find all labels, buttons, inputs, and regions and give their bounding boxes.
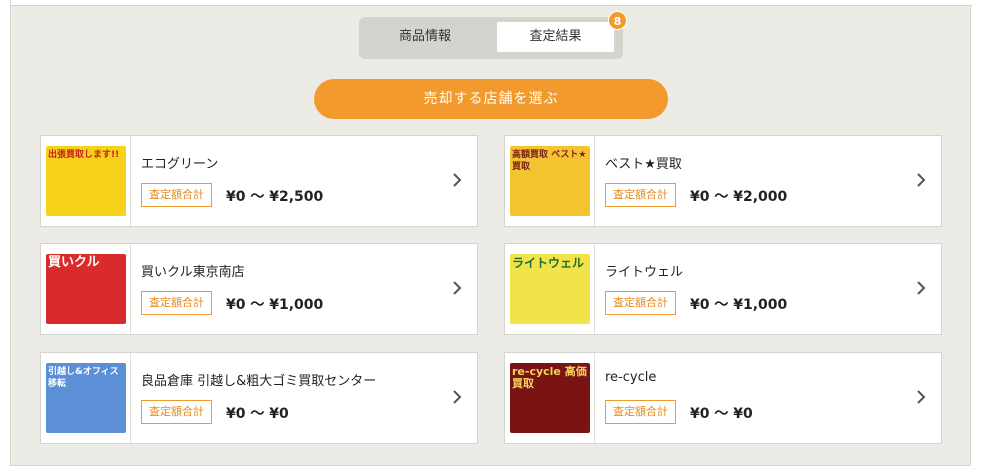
chevron-right-icon xyxy=(453,390,462,404)
assessment-total-label: 査定額合計 xyxy=(141,291,212,315)
store-card[interactable]: 買いクル 買いクル東京南店 査定額合計 ¥0 〜 ¥1,000 xyxy=(40,243,478,335)
tab-product-info[interactable]: 商品情報 xyxy=(365,22,485,52)
thumbnail-caption: re-cycle 高価買取 xyxy=(512,365,587,390)
assessment-total-label: 査定額合計 xyxy=(605,291,676,315)
assessment-total-label: 査定額合計 xyxy=(141,400,212,424)
price-range: ¥0 〜 ¥2,000 xyxy=(690,189,788,205)
store-card[interactable]: 高額買取 ベスト★買取 ベスト★買取 査定額合計 ¥0 〜 ¥2,000 xyxy=(504,135,942,227)
tab-assessment-result[interactable]: 査定結果 xyxy=(497,22,614,52)
thumbnail-image: ライトウェル xyxy=(510,254,590,324)
thumbnail-image: 高額買取 ベスト★買取 xyxy=(510,146,590,216)
chevron-right-icon xyxy=(917,173,926,187)
price-range: ¥0 〜 ¥0 xyxy=(690,406,753,422)
thumbnail-caption: 高額買取 ベスト★買取 xyxy=(512,150,587,172)
thumbnail-image: 買いクル xyxy=(46,254,126,324)
price-range: ¥0 〜 ¥2,500 xyxy=(226,189,324,205)
tab-group: 商品情報 査定結果 8 xyxy=(359,11,627,59)
store-thumbnail: ライトウェル xyxy=(505,244,595,334)
store-card[interactable]: 引越し&オフィス移転 良品倉庫 引越し&粗大ゴミ買取センター 査定額合計 ¥0 … xyxy=(40,352,478,444)
store-name: re-cycle xyxy=(605,370,657,385)
store-card[interactable]: re-cycle 高価買取 re-cycle 査定額合計 ¥0 〜 ¥0 xyxy=(504,352,942,444)
store-name: ライトウェル xyxy=(605,265,684,280)
store-name: エコグリーン xyxy=(141,157,219,172)
chevron-right-icon xyxy=(917,281,926,295)
thumbnail-caption: ライトウェル xyxy=(512,256,585,270)
assessment-total-label: 査定額合計 xyxy=(605,183,676,207)
result-panel: 商品情報 査定結果 8 売却する店舗を選ぶ 出張買取します!! エコグリーン 査… xyxy=(10,0,972,466)
store-card[interactable]: 出張買取します!! エコグリーン 査定額合計 ¥0 〜 ¥2,500 xyxy=(40,135,478,227)
thumbnail-caption: 買いクル xyxy=(48,255,100,270)
store-thumbnail: 引越し&オフィス移転 xyxy=(41,353,131,443)
thumbnail-caption: 出張買取します!! xyxy=(48,150,120,160)
store-thumbnail: 高額買取 ベスト★買取 xyxy=(505,136,595,226)
price-range: ¥0 〜 ¥1,000 xyxy=(226,297,324,313)
thumbnail-image: 出張買取します!! xyxy=(46,146,126,216)
price-range: ¥0 〜 ¥1,000 xyxy=(690,297,788,313)
assessment-total-label: 査定額合計 xyxy=(141,183,212,207)
store-thumbnail: re-cycle 高価買取 xyxy=(505,353,595,443)
thumbnail-image: re-cycle 高価買取 xyxy=(510,363,590,433)
thumbnail-caption: 引越し&オフィス移転 xyxy=(48,367,119,389)
panel-top-border xyxy=(11,0,972,6)
store-card[interactable]: ライトウェル ライトウェル 査定額合計 ¥0 〜 ¥1,000 xyxy=(504,243,942,335)
assessment-total-label: 査定額合計 xyxy=(605,400,676,424)
store-thumbnail: 出張買取します!! xyxy=(41,136,131,226)
chevron-right-icon xyxy=(453,173,462,187)
store-name: ベスト★買取 xyxy=(605,157,682,172)
chevron-right-icon xyxy=(917,390,926,404)
chevron-right-icon xyxy=(453,281,462,295)
result-count-badge: 8 xyxy=(608,11,627,30)
store-thumbnail: 買いクル xyxy=(41,244,131,334)
thumbnail-image: 引越し&オフィス移転 xyxy=(46,363,126,433)
store-name: 良品倉庫 引越し&粗大ゴミ買取センター xyxy=(141,374,377,389)
store-name: 買いクル東京南店 xyxy=(141,265,245,280)
choose-store-button[interactable]: 売却する店舗を選ぶ xyxy=(314,79,668,119)
price-range: ¥0 〜 ¥0 xyxy=(226,406,289,422)
